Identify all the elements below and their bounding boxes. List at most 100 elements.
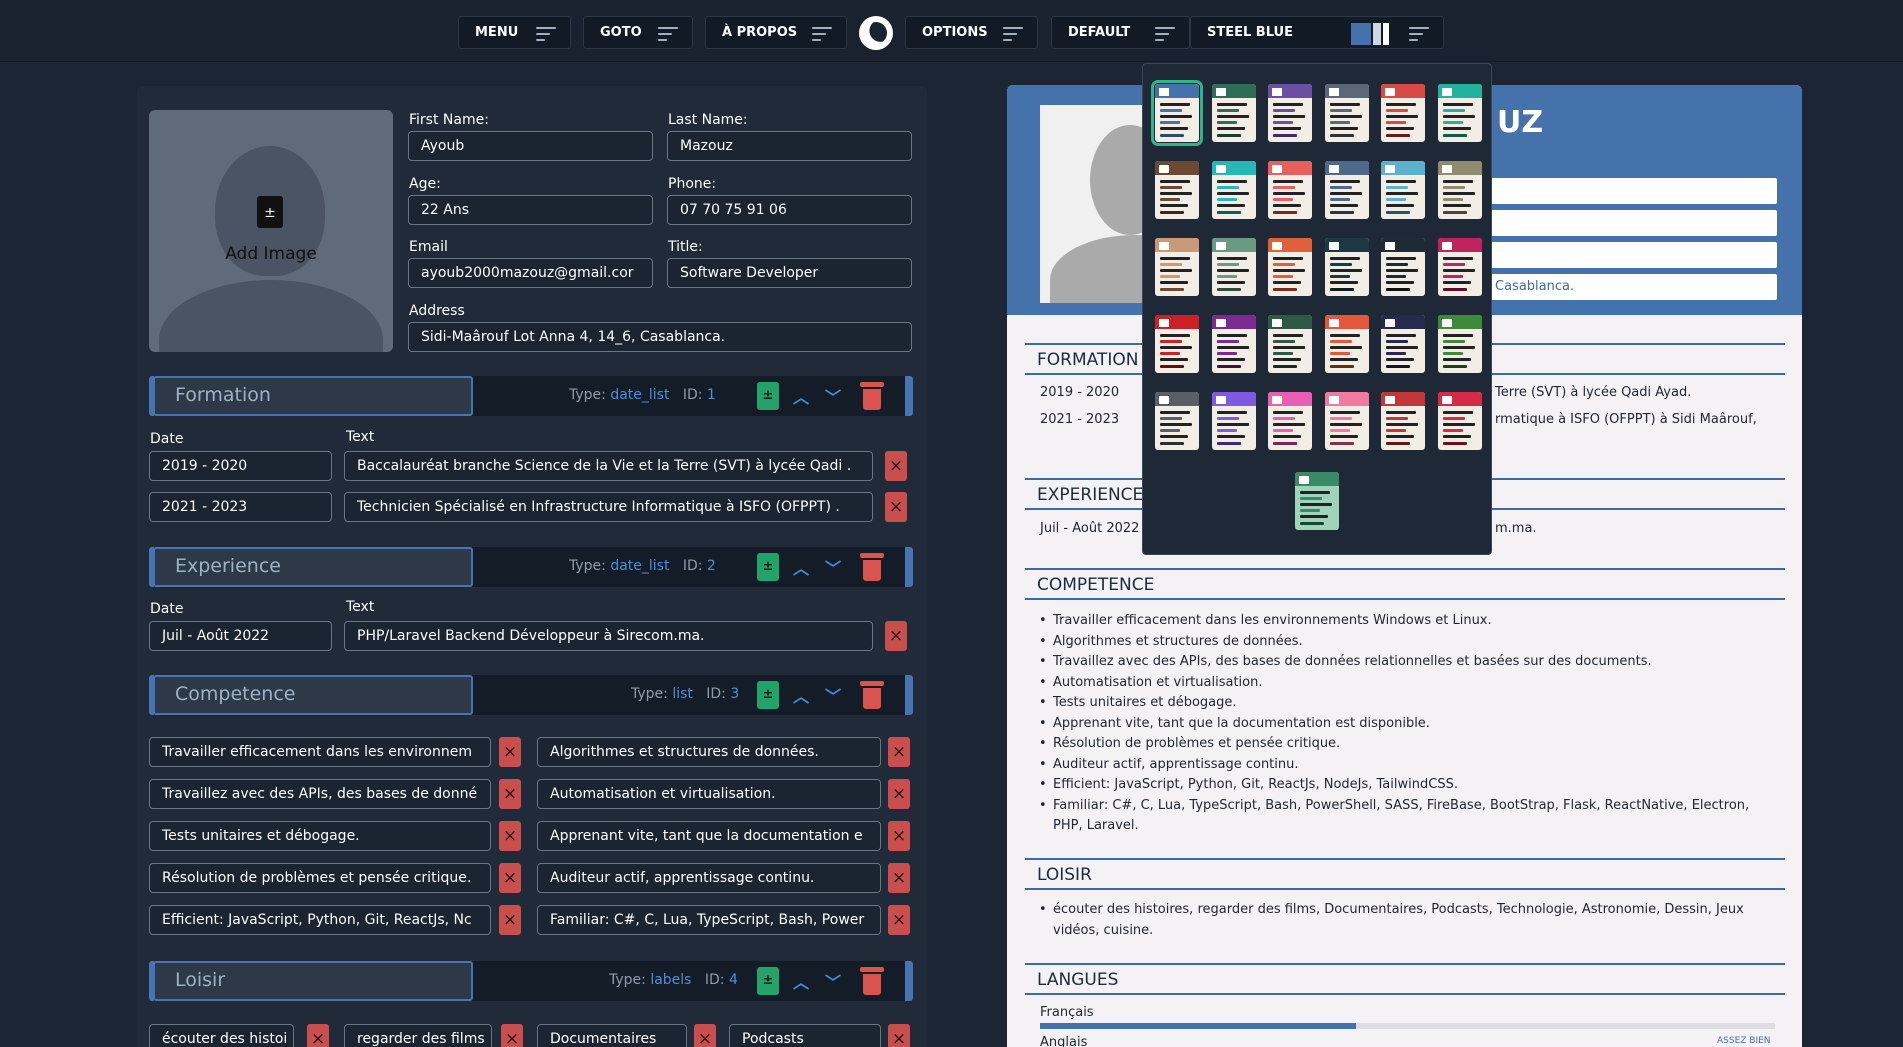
template-thumbnail[interactable] bbox=[1324, 161, 1369, 219]
list-item-field[interactable]: Auditeur actif, apprentissage continu. bbox=[537, 863, 881, 893]
apropos-button[interactable]: À PROPOS bbox=[705, 16, 847, 49]
remove-item-icon[interactable]: × bbox=[888, 821, 910, 851]
template-thumbnail[interactable] bbox=[1155, 315, 1199, 373]
date-field[interactable]: 2019 - 2020 bbox=[149, 451, 332, 481]
move-up-icon[interactable]: ︿ bbox=[793, 555, 809, 579]
list-item-field[interactable]: Familiar: C#, C, Lua, TypeScript, Bash, … bbox=[537, 905, 881, 935]
default-button[interactable]: DEFAULT bbox=[1051, 16, 1190, 49]
menu-button[interactable]: MENU bbox=[458, 16, 571, 49]
template-thumbnail[interactable] bbox=[1381, 161, 1425, 219]
template-thumbnail[interactable] bbox=[1381, 84, 1425, 142]
goto-button[interactable]: GOTO bbox=[583, 16, 693, 49]
age-field[interactable]: 22 Ans bbox=[408, 195, 653, 225]
section-title-input[interactable]: Experience bbox=[153, 547, 473, 587]
label-item-field[interactable]: Podcasts bbox=[729, 1024, 881, 1047]
remove-item-icon[interactable]: × bbox=[499, 737, 521, 767]
section-title-input[interactable]: Loisir bbox=[153, 961, 473, 1001]
template-thumbnail[interactable] bbox=[1211, 392, 1256, 450]
label-item-field[interactable]: écouter des histoi bbox=[149, 1024, 294, 1047]
first-name-field[interactable]: Ayoub bbox=[408, 131, 653, 161]
template-thumbnail[interactable] bbox=[1211, 84, 1256, 142]
move-down-icon[interactable]: ﹀ bbox=[825, 555, 841, 579]
template-thumbnail[interactable] bbox=[1437, 161, 1482, 219]
label-item-field[interactable]: Documentaires bbox=[537, 1024, 687, 1047]
remove-item-icon[interactable]: × bbox=[694, 1024, 716, 1047]
remove-item-icon[interactable]: × bbox=[888, 905, 910, 935]
template-thumbnail[interactable] bbox=[1268, 315, 1312, 373]
template-thumbnail[interactable] bbox=[1437, 315, 1482, 373]
template-thumbnail[interactable] bbox=[1324, 315, 1369, 373]
template-thumbnail[interactable] bbox=[1324, 238, 1369, 296]
last-name-field[interactable]: Mazouz bbox=[667, 131, 912, 161]
template-thumbnail[interactable] bbox=[1268, 238, 1312, 296]
template-thumbnail[interactable] bbox=[1324, 392, 1369, 450]
delete-section-icon[interactable] bbox=[860, 382, 884, 410]
text-field[interactable]: PHP/Laravel Backend Développeur à Sireco… bbox=[344, 621, 873, 651]
title-field[interactable]: Software Developer bbox=[667, 258, 912, 288]
template-thumbnail[interactable] bbox=[1268, 161, 1312, 219]
date-field[interactable]: Juil - Août 2022 bbox=[149, 621, 332, 651]
remove-row-icon[interactable]: × bbox=[885, 492, 907, 522]
list-item-field[interactable]: Algorithmes et structures de données. bbox=[537, 737, 881, 767]
remove-item-icon[interactable]: × bbox=[501, 1024, 523, 1047]
template-thumbnail[interactable] bbox=[1437, 238, 1482, 296]
template-thumbnail[interactable] bbox=[1155, 238, 1199, 296]
text-field[interactable]: Baccalauréat branche Science de la Vie e… bbox=[344, 451, 873, 481]
options-button[interactable]: OPTIONS bbox=[905, 16, 1038, 49]
delete-section-icon[interactable] bbox=[860, 553, 884, 581]
add-item-icon[interactable]: ± bbox=[757, 967, 779, 995]
text-field[interactable]: Technicien Spécialisé en Infrastructure … bbox=[344, 492, 873, 522]
address-field[interactable]: Sidi-Maârouf Lot Anna 4, 14_6, Casablanc… bbox=[408, 322, 912, 352]
template-thumbnail[interactable] bbox=[1381, 238, 1425, 296]
label-item-field[interactable]: regarder des films bbox=[344, 1024, 492, 1047]
remove-item-icon[interactable]: × bbox=[499, 779, 521, 809]
remove-row-icon[interactable]: × bbox=[885, 621, 907, 651]
theme-color-button[interactable]: STEEL BLUE bbox=[1190, 16, 1444, 49]
template-thumbnail[interactable] bbox=[1268, 392, 1312, 450]
date-field[interactable]: 2021 - 2023 bbox=[149, 492, 332, 522]
list-item-field[interactable]: Travailler efficacement dans les environ… bbox=[149, 737, 491, 767]
template-thumbnail[interactable] bbox=[1155, 161, 1199, 219]
remove-item-icon[interactable]: × bbox=[888, 863, 910, 893]
list-item-field[interactable]: Apprenant vite, tant que la documentatio… bbox=[537, 821, 881, 851]
remove-item-icon[interactable]: × bbox=[888, 779, 910, 809]
template-thumbnail[interactable] bbox=[1437, 84, 1482, 142]
template-thumbnail[interactable] bbox=[1211, 238, 1256, 296]
section-title-input[interactable]: Formation bbox=[153, 376, 473, 416]
phone-field[interactable]: 07 70 75 91 06 bbox=[667, 195, 912, 225]
remove-item-icon[interactable]: × bbox=[499, 821, 521, 851]
template-thumbnail[interactable] bbox=[1211, 161, 1256, 219]
list-item-field[interactable]: Résolution de problèmes et pensée critiq… bbox=[149, 863, 491, 893]
delete-section-icon[interactable] bbox=[860, 967, 884, 995]
move-down-icon[interactable]: ﹀ bbox=[825, 384, 841, 408]
list-item-field[interactable]: Travaillez avec des APIs, des bases de d… bbox=[149, 779, 491, 809]
move-up-icon[interactable]: ︿ bbox=[793, 384, 809, 408]
template-thumbnail[interactable] bbox=[1211, 315, 1256, 373]
add-item-icon[interactable]: ± bbox=[757, 382, 779, 410]
move-up-icon[interactable]: ︿ bbox=[793, 969, 809, 993]
template-thumbnail[interactable] bbox=[1437, 392, 1482, 450]
template-thumbnail[interactable] bbox=[1381, 392, 1425, 450]
move-down-icon[interactable]: ﹀ bbox=[825, 969, 841, 993]
remove-item-icon[interactable]: × bbox=[499, 905, 521, 935]
remove-item-icon[interactable]: × bbox=[307, 1024, 329, 1047]
list-item-field[interactable]: Efficient: JavaScript, Python, Git, Reac… bbox=[149, 905, 491, 935]
delete-section-icon[interactable] bbox=[860, 681, 884, 709]
profile-photo-upload[interactable]: ± Add Image bbox=[149, 110, 393, 352]
remove-item-icon[interactable]: × bbox=[888, 1024, 910, 1047]
add-item-icon[interactable]: ± bbox=[757, 681, 779, 709]
template-thumbnail[interactable] bbox=[1155, 392, 1199, 450]
move-down-icon[interactable]: ﹀ bbox=[825, 683, 841, 707]
remove-row-icon[interactable]: × bbox=[885, 451, 907, 481]
template-thumbnail[interactable] bbox=[1295, 472, 1339, 530]
email-field[interactable]: ayoub2000mazouz@gmail.cor bbox=[408, 258, 653, 288]
template-thumbnail[interactable] bbox=[1268, 84, 1312, 142]
template-thumbnail[interactable] bbox=[1381, 315, 1425, 373]
dark-mode-toggle-icon[interactable] bbox=[859, 16, 893, 50]
list-item-field[interactable]: Automatisation et virtualisation. bbox=[537, 779, 881, 809]
add-item-icon[interactable]: ± bbox=[757, 553, 779, 581]
section-title-input[interactable]: Competence bbox=[153, 675, 473, 715]
remove-item-icon[interactable]: × bbox=[499, 863, 521, 893]
move-up-icon[interactable]: ︿ bbox=[793, 683, 809, 707]
list-item-field[interactable]: Tests unitaires et débogage. bbox=[149, 821, 491, 851]
